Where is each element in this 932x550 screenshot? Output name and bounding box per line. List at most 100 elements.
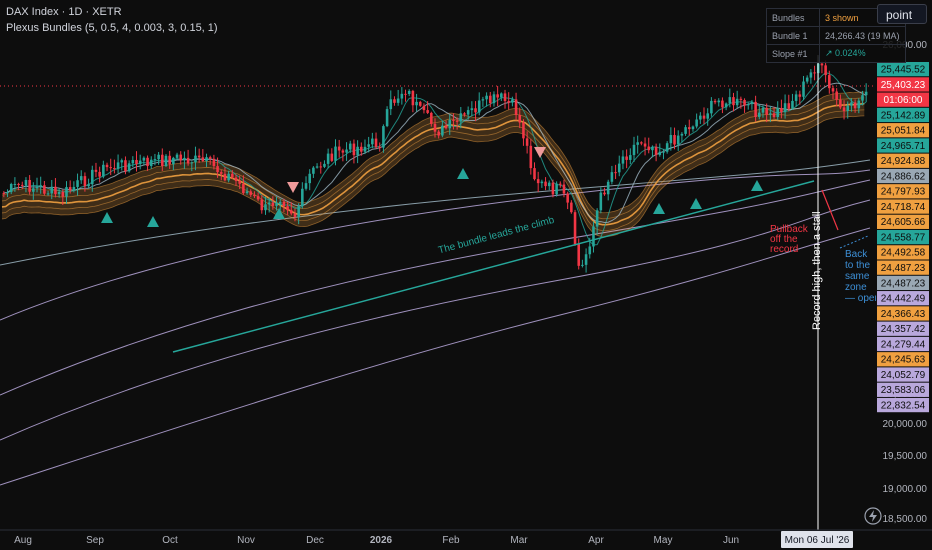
price-label: 25,051.84 [877, 123, 929, 138]
annotation-back-zone: Back [845, 249, 868, 260]
candle [820, 61, 824, 74]
price-label: 24,442.49 [877, 291, 929, 306]
candle [643, 137, 647, 156]
candle-body [253, 194, 256, 197]
candle-body [94, 169, 98, 172]
candle-body [46, 193, 50, 195]
candle [304, 176, 308, 191]
candle-body [360, 146, 363, 152]
indicator-label[interactable]: Plexus Bundles (5, 0.5, 4, 0.003, 3, 0.1… [6, 22, 218, 34]
candle-body [116, 162, 120, 169]
candle-body [757, 112, 761, 117]
candle-body [665, 143, 669, 152]
price-label-text: 25,403.23 [881, 80, 926, 91]
price-label-text: 24,886.62 [881, 171, 926, 182]
candle-body [260, 199, 264, 211]
candle-body [452, 119, 455, 121]
info-key: Slope #1 [766, 44, 820, 63]
candle [90, 165, 94, 192]
candle-body [146, 157, 149, 167]
candle [135, 151, 138, 172]
candle-body [441, 125, 444, 136]
candle [485, 92, 488, 107]
candle-body [746, 104, 750, 106]
candle-body [864, 91, 868, 96]
annotation-back-zone: — open [845, 293, 880, 304]
candle-body [518, 115, 522, 123]
candle-body [794, 94, 798, 101]
time-axis: Aug Sep Oct Nov Dec 2026 Feb Mar Apr May Jun Mon 06… [0, 529, 932, 548]
price-label-text: 25,142.89 [881, 110, 926, 121]
candle [581, 259, 584, 268]
candle-body [654, 146, 658, 155]
candle [127, 160, 131, 173]
candle-body [330, 153, 334, 161]
symbol-search-input[interactable]: point [877, 4, 927, 24]
price-axis: 26,000.0020,500.0020,000.0019,500.0019,0… [876, 0, 932, 530]
candle-body [234, 177, 238, 181]
candle-body [533, 168, 536, 180]
candle [418, 100, 422, 107]
candle [337, 139, 341, 158]
candle [312, 166, 315, 178]
candle-body [687, 127, 691, 130]
candle [345, 142, 348, 162]
candle-body [393, 99, 396, 103]
chart-root[interactable]: The bundle leads the climb Pullback off th… [0, 0, 932, 550]
candle-body [500, 93, 503, 98]
chart-title: DAX Index · 1D · XETR [6, 6, 122, 18]
price-label: 24,357.42 [877, 321, 929, 336]
candle-body [625, 156, 628, 160]
candle-body [131, 159, 135, 164]
candle-body [603, 192, 606, 195]
candle-body [90, 169, 94, 185]
candle-body [511, 99, 514, 103]
candle-body [503, 93, 507, 102]
chart-canvas[interactable]: The bundle leads the climb Pullbackoff th… [0, 0, 932, 550]
candle-body [164, 155, 168, 166]
moving-averages [0, 159, 871, 486]
candle [407, 89, 411, 97]
candle-body [157, 154, 160, 160]
candle [396, 89, 400, 106]
candle [116, 154, 120, 174]
candle-body [301, 188, 304, 207]
candle [699, 112, 702, 124]
candle-body [809, 72, 813, 78]
candle-body [124, 160, 127, 172]
candle-body [120, 160, 124, 163]
price-label-text: 24,245.63 [881, 355, 926, 366]
price-label: 25,142.89 [877, 107, 929, 123]
candle-body [20, 184, 24, 186]
candle-body [761, 107, 765, 113]
candle-body [584, 254, 588, 265]
candle [621, 150, 625, 170]
candle-body [754, 101, 757, 117]
candle-body [717, 100, 721, 103]
candle-body [219, 172, 223, 174]
price-label-text: 24,492.58 [881, 248, 926, 259]
candle-body [802, 81, 805, 97]
candle-body [621, 156, 625, 164]
candle-body [732, 97, 735, 106]
candle [695, 113, 698, 129]
lightning-icon[interactable] [864, 507, 882, 525]
candle-body [400, 93, 404, 99]
price-label-text: 24,366.43 [881, 309, 926, 320]
time-tick-label: Aug [14, 535, 32, 546]
candle-body [713, 100, 717, 103]
time-tick-label: 2026 [370, 535, 393, 546]
candle-body [643, 143, 647, 147]
candle-body [437, 131, 440, 136]
price-label-text: 24,718.74 [881, 202, 926, 213]
candle [809, 69, 813, 84]
candle-body [455, 120, 459, 122]
candle [732, 92, 735, 112]
candle [470, 101, 474, 116]
candle-body [179, 154, 183, 161]
candle-body [695, 119, 698, 127]
candle [617, 155, 621, 177]
crosshair-date-text: Mon 06 Jul '26 [785, 535, 850, 546]
candle-body [769, 113, 772, 115]
candle-body [278, 201, 282, 204]
